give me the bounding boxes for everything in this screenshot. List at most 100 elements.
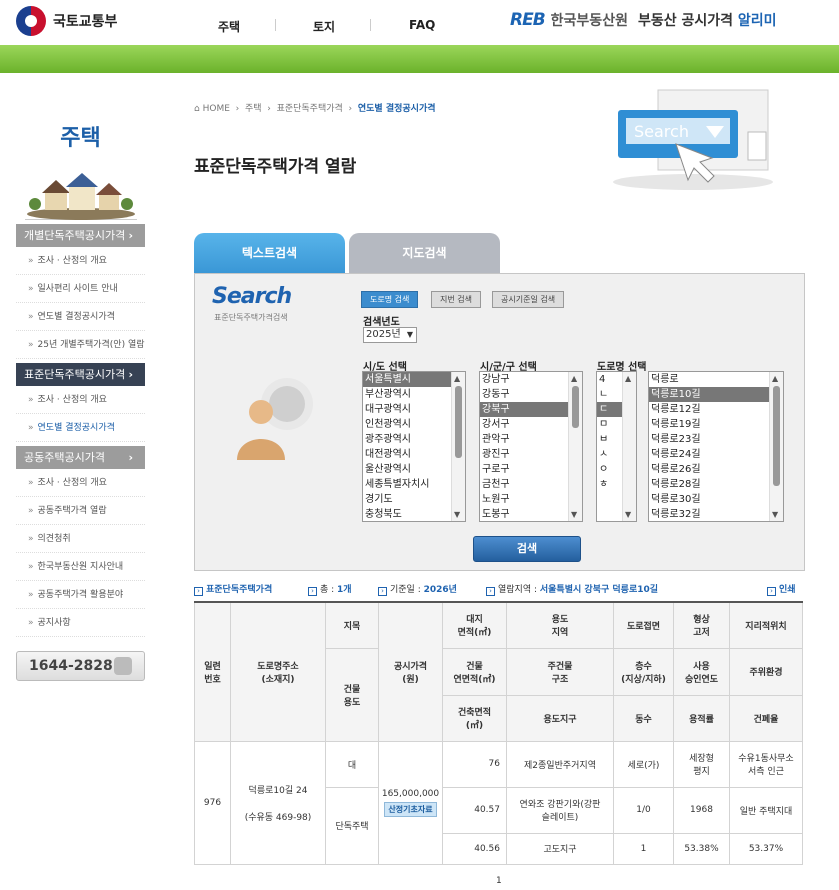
result-summary: › 표준단독주택가격 › 총 : 1개 › 기준일 : 2026년 › 열람지역 : 서… — [194, 582, 805, 596]
list-option[interactable]: 노원구 — [480, 492, 582, 507]
scrollbar[interactable]: ▲ ▼ — [451, 372, 465, 521]
search-subtitle: 표준단독주택가격검색 — [214, 313, 288, 322]
list-option[interactable]: 광진구 — [480, 447, 582, 462]
sido-listbox[interactable]: 서울특별시 부산광역시 대구광역시 인천광역시 광주광역시 대전광역시 울산광역시 세종특별자… — [362, 371, 466, 522]
list-option[interactable]: 인천광역시 — [363, 417, 465, 432]
scrollbar[interactable]: ▲ ▼ — [769, 372, 783, 521]
list-option[interactable]: 덕릉로28길 — [649, 477, 783, 492]
road-name-search-button[interactable]: 도로명 검색 — [361, 291, 419, 308]
search-submit-button[interactable]: 검색 — [473, 536, 581, 562]
menu-item[interactable]: » 공동주택가격 열람 — [16, 497, 145, 525]
list-option[interactable]: 강서구 — [480, 417, 582, 432]
list-option[interactable]: 덕릉로26길 — [649, 462, 783, 477]
cell-land-area: 76 — [442, 740, 507, 788]
cell-approval: 1968 — [673, 786, 730, 834]
phone-number: 1644-2828 — [16, 651, 145, 681]
nav-housing[interactable]: 주택 — [218, 18, 240, 35]
list-option[interactable]: 구로구 — [480, 462, 582, 477]
list-option[interactable]: 충청북도 — [363, 507, 465, 521]
service-title: 부동산 공시가격 알리미 — [637, 13, 777, 29]
reb-logo[interactable]: REB 한국부동산원 부동산 공시가격 알리미 — [510, 10, 777, 30]
sgg-listbox[interactable]: 강남구 강동구 강북구 강서구 관악구 광진구 구로구 금천구 노원구 도봉구 ▲ ▼ — [479, 371, 583, 522]
list-option[interactable]: 덕릉로10길 — [649, 387, 783, 402]
breadcrumb-current: 연도별 결정공시가격 — [357, 104, 436, 114]
breadcrumb-item[interactable]: 표준단독주택가격 — [277, 104, 343, 114]
road-listbox[interactable]: 덕릉로 덕릉로10길 덕릉로12길 덕릉로19길 덕릉로23길 덕릉로24길 덕릉로26길 덕… — [648, 371, 784, 522]
list-option[interactable]: 덕릉로 — [649, 372, 783, 387]
menu-apartment[interactable]: 공동주택공시가격 › — [16, 446, 145, 469]
user-illustration — [225, 374, 315, 469]
menu-item[interactable]: » 25년 개별주택가격(안) 열람 — [16, 331, 145, 359]
cell-structure: 연와조 강판기와(강판 슬레이트) — [506, 786, 614, 834]
tab-map-search[interactable]: 지도검색 — [349, 233, 500, 273]
breadcrumb-home[interactable]: HOME — [203, 104, 230, 114]
menu-item[interactable]: » 조사 · 산정의 개요 — [16, 386, 145, 414]
list-option[interactable]: 덕릉로24길 — [649, 447, 783, 462]
lot-number-search-button[interactable]: 지번 검색 — [431, 291, 481, 308]
list-option[interactable]: 광주광역시 — [363, 432, 465, 447]
list-option[interactable]: 울산광역시 — [363, 462, 465, 477]
green-banner — [0, 45, 839, 73]
menu-item[interactable]: » 일사편리 사이트 안내 — [16, 275, 145, 303]
cell-location: 수유1동사무소 서측 인근 — [729, 740, 803, 788]
scrollbar[interactable]: ▲ ▼ — [622, 372, 636, 521]
list-option[interactable]: 강동구 — [480, 387, 582, 402]
col-approval: 사용 승인연도 — [673, 647, 730, 696]
list-option[interactable]: 덕릉로23길 — [649, 432, 783, 447]
menu-item[interactable]: » 조사 · 산정의 개요 — [16, 469, 145, 497]
chevron-right-icon: › — [128, 229, 133, 242]
list-option[interactable]: 강북구 — [480, 402, 582, 417]
menu-item[interactable]: » 공동주택가격 활용분야 — [16, 581, 145, 609]
menu-item[interactable]: » 연도별 결정공시가격 — [16, 303, 145, 331]
list-option[interactable]: 관악구 — [480, 432, 582, 447]
list-option[interactable]: 세종특별자치시 — [363, 477, 465, 492]
scrollbar[interactable]: ▲ ▼ — [568, 372, 582, 521]
menu-item[interactable]: » 공지사항 — [16, 609, 145, 637]
breadcrumb: ⌂ HOME › 주택 › 표준단독주택가격 › 연도별 결정공시가격 — [194, 104, 436, 114]
menu-item[interactable]: » 조사 · 산정의 개요 — [16, 247, 145, 275]
menu-standard-house[interactable]: 표준단독주택공시가격 › — [16, 363, 145, 386]
cell-dong-count: 1 — [613, 832, 674, 865]
cell-use-zone: 제2종일반주거지역 — [506, 740, 614, 788]
list-option[interactable]: 경기도 — [363, 492, 465, 507]
print-button[interactable]: › 인쇄 — [767, 582, 796, 596]
menu-item-active[interactable]: » 연도별 결정공시가격 — [16, 414, 145, 442]
list-option[interactable]: 대전광역시 — [363, 447, 465, 462]
menu-item[interactable]: » 의견청취 — [16, 525, 145, 553]
list-option[interactable]: 도봉구 — [480, 507, 582, 521]
col-address: 도로명주소 (소재지) — [230, 601, 326, 742]
cell-far: 53.38% — [673, 832, 730, 865]
chevron-right-icon: › — [128, 451, 133, 464]
col-road: 도로접면 — [613, 601, 674, 649]
base-date-search-button[interactable]: 공시기준일 검색 — [492, 291, 565, 308]
cell-floors: 1/0 — [613, 786, 674, 834]
list-option[interactable]: 덕릉로19길 — [649, 417, 783, 432]
tab-text-search[interactable]: 텍스트검색 — [194, 233, 345, 273]
cell-building-area: 40.56 — [442, 832, 507, 865]
ministry-name: 국토교통부 — [53, 14, 118, 30]
col-jimok: 지목 — [325, 601, 379, 649]
breadcrumb-item[interactable]: 주택 — [245, 104, 262, 114]
chevron-down-icon: ▼ — [406, 330, 413, 339]
nav-faq[interactable]: FAQ — [409, 18, 435, 32]
initial-listbox[interactable]: 4 ㄴㄷㅁㅂㅅㅇㅎ ▲ ▼ — [596, 371, 637, 522]
list-option[interactable]: 덕릉로12길 — [649, 402, 783, 417]
list-option[interactable]: 부산광역시 — [363, 387, 465, 402]
search-panel: Search 표준단독주택가격검색 도로명 검색 지번 검색 공시기준일 검색 … — [194, 273, 805, 571]
list-option[interactable]: 금천구 — [480, 477, 582, 492]
list-option[interactable]: 덕릉로30길 — [649, 492, 783, 507]
ministry-logo[interactable]: 국토교통부 — [16, 6, 117, 36]
list-option[interactable]: 덕릉로32길 — [649, 507, 783, 521]
list-option[interactable]: 서울특별시 — [363, 372, 465, 387]
menu-item[interactable]: » 한국부동산원 지사안내 — [16, 553, 145, 581]
list-option[interactable]: 대구광역시 — [363, 402, 465, 417]
col-dong-count: 동수 — [613, 694, 674, 742]
year-select[interactable]: 2025년 ▼ — [363, 327, 417, 343]
svg-text:Search: Search — [634, 122, 689, 141]
col-price: 공시가격 (원) — [378, 601, 443, 742]
list-option[interactable]: 강남구 — [480, 372, 582, 387]
nav-land[interactable]: 토지 — [313, 18, 335, 35]
menu-individual-house[interactable]: 개별단독주택공시가격 › — [16, 224, 145, 247]
calc-basis-button[interactable]: 산정기초자료 — [384, 801, 437, 817]
pagination-current[interactable]: 1 — [496, 876, 502, 886]
